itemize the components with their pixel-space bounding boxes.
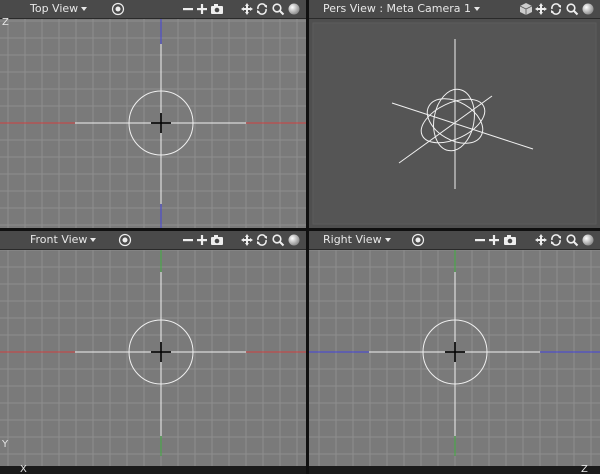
- right-view-grid: [309, 250, 600, 474]
- pers-view-title[interactable]: Pers View : Meta Camera 1: [323, 2, 486, 16]
- top-viewport[interactable]: Top View Z: [0, 0, 306, 228]
- front-viewport[interactable]: Front View Y X: [0, 231, 306, 474]
- plus-icon[interactable]: [487, 233, 501, 247]
- right-viewport[interactable]: Right View Z: [309, 231, 600, 474]
- top-view-grid: [0, 19, 306, 228]
- camera-icon[interactable]: [210, 2, 224, 16]
- cube-icon[interactable]: [519, 2, 533, 16]
- front-viewport-header: Front View: [0, 231, 306, 250]
- sphere-icon[interactable]: [581, 2, 595, 16]
- move-icon[interactable]: [534, 233, 548, 247]
- move-icon[interactable]: [240, 233, 254, 247]
- plus-icon[interactable]: [195, 2, 209, 16]
- magnifier-icon[interactable]: [565, 233, 579, 247]
- sphere-icon[interactable]: [287, 233, 301, 247]
- minus-icon[interactable]: [181, 233, 195, 247]
- target-icon[interactable]: [111, 2, 125, 16]
- right-viewport-canvas[interactable]: Z: [309, 250, 600, 474]
- pers-viewport-canvas[interactable]: [309, 19, 600, 228]
- rotate-icon[interactable]: [549, 233, 563, 247]
- right-viewport-header: Right View: [309, 231, 600, 250]
- front-viewport-canvas[interactable]: Y X: [0, 250, 306, 474]
- front-view-title[interactable]: Front View: [30, 233, 102, 247]
- y-axis-label: Y: [2, 439, 9, 450]
- top-viewport-canvas[interactable]: Z: [0, 17, 306, 228]
- magnifier-icon[interactable]: [565, 2, 579, 16]
- bottom-status-bar: X: [0, 464, 306, 474]
- z-axis-label: Z: [581, 464, 588, 474]
- pers-view-scene: [312, 22, 597, 225]
- camera-icon[interactable]: [503, 233, 517, 247]
- rotate-icon[interactable]: [255, 2, 269, 16]
- plus-icon[interactable]: [195, 233, 209, 247]
- move-icon[interactable]: [240, 2, 254, 16]
- front-view-grid: [0, 250, 306, 474]
- chevron-down-icon: [90, 238, 97, 242]
- chevron-down-icon: [81, 7, 88, 11]
- move-icon[interactable]: [534, 2, 548, 16]
- camera-icon[interactable]: [210, 233, 224, 247]
- magnifier-icon[interactable]: [271, 233, 285, 247]
- chevron-down-icon: [384, 238, 391, 242]
- sphere-icon[interactable]: [581, 233, 595, 247]
- x-axis-label: X: [20, 464, 27, 474]
- target-icon[interactable]: [118, 233, 132, 247]
- top-view-title[interactable]: Top View: [30, 2, 93, 16]
- perspective-viewport[interactable]: Pers View : Meta Camera 1: [309, 0, 600, 228]
- target-icon[interactable]: [411, 233, 425, 247]
- sphere-icon[interactable]: [287, 2, 301, 16]
- pers-viewport-header: Pers View : Meta Camera 1: [309, 0, 600, 19]
- minus-icon[interactable]: [473, 233, 487, 247]
- magnifier-icon[interactable]: [271, 2, 285, 16]
- z-axis-label: Z: [2, 17, 9, 28]
- rotate-icon[interactable]: [549, 2, 563, 16]
- minus-icon[interactable]: [181, 2, 195, 16]
- right-view-title[interactable]: Right View: [323, 233, 397, 247]
- chevron-down-icon: [474, 7, 481, 11]
- rotate-icon[interactable]: [255, 233, 269, 247]
- bottom-status-bar: Z: [309, 464, 600, 474]
- top-viewport-header: Top View: [0, 0, 306, 19]
